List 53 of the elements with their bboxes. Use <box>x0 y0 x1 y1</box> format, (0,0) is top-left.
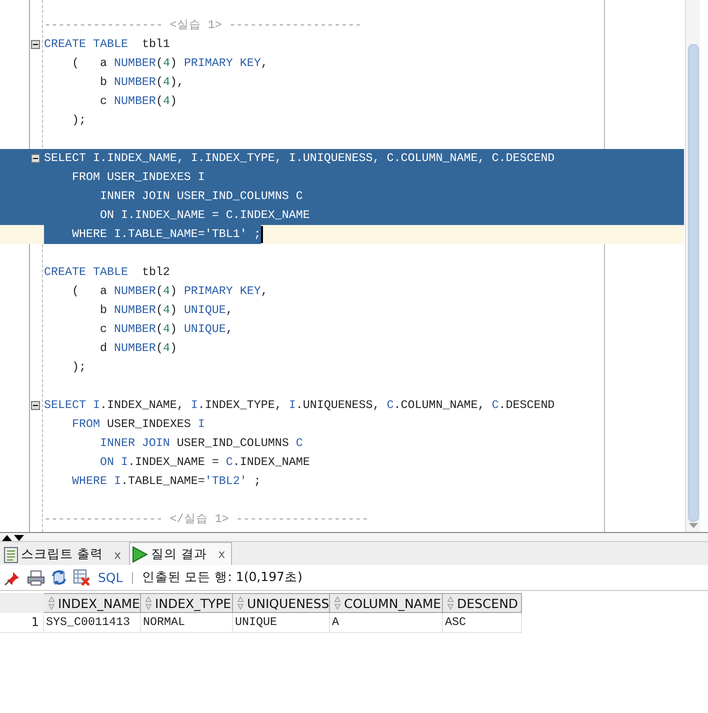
table-cell: NORMAL <box>141 613 233 633</box>
code-line: ----------------- <실습 1> ------------------- <box>44 17 362 34</box>
vertical-scrollbar[interactable] <box>685 0 700 532</box>
table-cell: SYS_C0011413 <box>44 613 141 633</box>
sort-icon <box>447 596 454 610</box>
row-number: 1 <box>0 613 44 633</box>
collapse-icon[interactable] <box>31 401 40 410</box>
code-line: WHERE I.TABLE_NAME='TBL2' ; <box>70 473 261 490</box>
code-line: ON I.INDEX_NAME = C.INDEX_NAME <box>98 454 310 471</box>
table-cell: UNIQUE <box>233 613 330 633</box>
column-header[interactable]: UNIQUENESS <box>233 593 330 613</box>
tab[interactable]: 스크립트 출력 x <box>2 544 128 565</box>
table-cell: ASC <box>443 613 522 633</box>
code-line: ( a NUMBER(4) PRIMARY KEY, <box>70 283 268 300</box>
tab[interactable]: 질의 결과 x <box>129 542 232 565</box>
sort-icon <box>48 596 55 610</box>
printer-icon[interactable] <box>27 570 45 586</box>
scrollbar-thumb[interactable] <box>688 44 699 522</box>
table-cell: A <box>330 613 443 633</box>
collapse-icon[interactable] <box>31 154 40 163</box>
close-button[interactable]: x <box>218 547 226 561</box>
close-button[interactable]: x <box>114 548 122 562</box>
code-line: d NUMBER(4) <box>98 340 177 357</box>
code-line: c NUMBER(4) <box>98 93 177 110</box>
document-icon <box>4 546 18 562</box>
code-line: CREATE TABLE tbl1 <box>44 36 170 53</box>
splitter-arrows-icon[interactable] <box>1 534 25 540</box>
code-line: c NUMBER(4) UNIQUE, <box>98 321 233 338</box>
code-line: b NUMBER(4), <box>98 74 184 91</box>
collapse-icon[interactable] <box>31 40 40 49</box>
code-line: SELECT I.INDEX_NAME, I.INDEX_TYPE, I.UNIQUENESS, C.COLUMN_NAME, C.DESCEND <box>44 397 555 414</box>
code-line: b NUMBER(4) UNIQUE, <box>98 302 233 319</box>
code-line: FROM USER_INDEXES I <box>70 416 205 433</box>
code-line: ); <box>70 112 86 129</box>
code-line: ----------------- </실습 1> ------------------- <box>44 511 369 528</box>
delete-table-icon[interactable] <box>73 569 91 586</box>
sort-icon <box>237 596 244 610</box>
code-line: CREATE TABLE tbl2 <box>44 264 170 281</box>
column-header[interactable]: COLUMN_NAME <box>330 593 443 613</box>
play-icon <box>132 546 148 562</box>
code-line: ( a NUMBER(4) PRIMARY KEY, <box>70 55 268 72</box>
pin-icon[interactable] <box>4 570 22 586</box>
refresh-icon[interactable] <box>50 569 68 586</box>
sort-icon <box>334 596 341 610</box>
column-header[interactable]: DESCEND <box>443 593 522 613</box>
column-header[interactable]: INDEX_NAME <box>44 593 141 613</box>
text-cursor <box>260 226 263 243</box>
sort-icon <box>145 596 152 610</box>
code-line: INNER JOIN USER_IND_COLUMNS C <box>98 435 303 452</box>
code-line: ); <box>70 359 86 376</box>
fetch-status: 인출된 모든 행: 1(0,197초) <box>142 569 302 586</box>
column-header[interactable]: INDEX_TYPE <box>141 593 233 613</box>
sql-button[interactable]: SQL <box>98 570 123 585</box>
